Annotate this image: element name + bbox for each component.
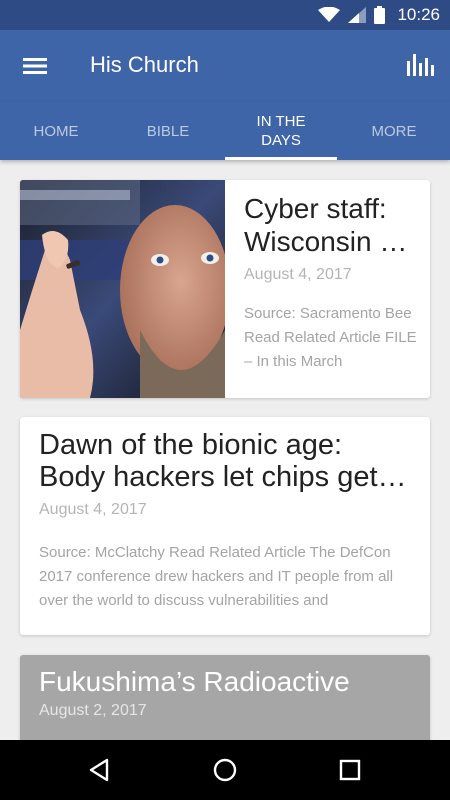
system-navigation-bar <box>0 740 450 800</box>
tab-bible[interactable]: BIBLE <box>112 102 224 160</box>
article-list[interactable]: Cyber staff: Wisconsin … August 4, 2017 … <box>0 160 450 740</box>
article-title: Dawn of the bionic age: Body hackers let… <box>39 429 378 493</box>
home-icon[interactable] <box>210 755 240 785</box>
article-text: Cyber staff: Wisconsin … August 4, 2017 … <box>244 192 420 374</box>
article-thumbnail <box>20 180 225 398</box>
article-date: August 4, 2017 <box>244 266 352 283</box>
tab-bar: HOME BIBLE IN THE DAYS MORE <box>0 102 450 160</box>
article-card[interactable]: Cyber staff: Wisconsin … August 4, 2017 … <box>20 180 430 398</box>
article-excerpt: Source: McClatchy Read Related Article T… <box>39 544 394 609</box>
app-title: His Church <box>90 52 199 77</box>
app-bar: His Church <box>0 30 450 102</box>
tab-in-the-days-label: IN THE DAYS <box>256 113 306 149</box>
article-title: Cyber staff: Wisconsin … <box>244 193 408 257</box>
back-icon[interactable] <box>85 755 115 785</box>
article-date: August 2, 2017 <box>39 702 147 719</box>
article-card[interactable]: Fukushima’s Radioactive August 2, 2017 <box>20 655 430 740</box>
article-title: Fukushima’s Radioactive <box>39 666 350 697</box>
tab-in-the-days[interactable]: IN THE DAYS <box>225 102 337 160</box>
bar-chart-icon[interactable] <box>404 50 434 80</box>
hamburger-menu-icon[interactable] <box>20 52 50 80</box>
status-time: 10:26 <box>397 5 440 24</box>
recent-apps-icon[interactable] <box>335 755 365 785</box>
article-text: Dawn of the bionic age: Body hackers let… <box>39 429 415 613</box>
tab-more[interactable]: MORE <box>338 102 450 160</box>
article-text: Fukushima’s Radioactive August 2, 2017 <box>39 665 415 720</box>
article-date: August 4, 2017 <box>39 501 147 518</box>
tab-home[interactable]: HOME <box>0 102 112 160</box>
article-card[interactable]: Dawn of the bionic age: Body hackers let… <box>20 417 430 635</box>
wifi-icon <box>318 7 341 22</box>
battery-icon <box>374 6 386 24</box>
article-excerpt: Source: Sacramento Bee Read Related Arti… <box>244 305 417 370</box>
status-bar: 10:26 <box>0 0 450 30</box>
cellular-signal-icon <box>348 7 367 23</box>
status-icons: 10:26 <box>318 0 440 30</box>
